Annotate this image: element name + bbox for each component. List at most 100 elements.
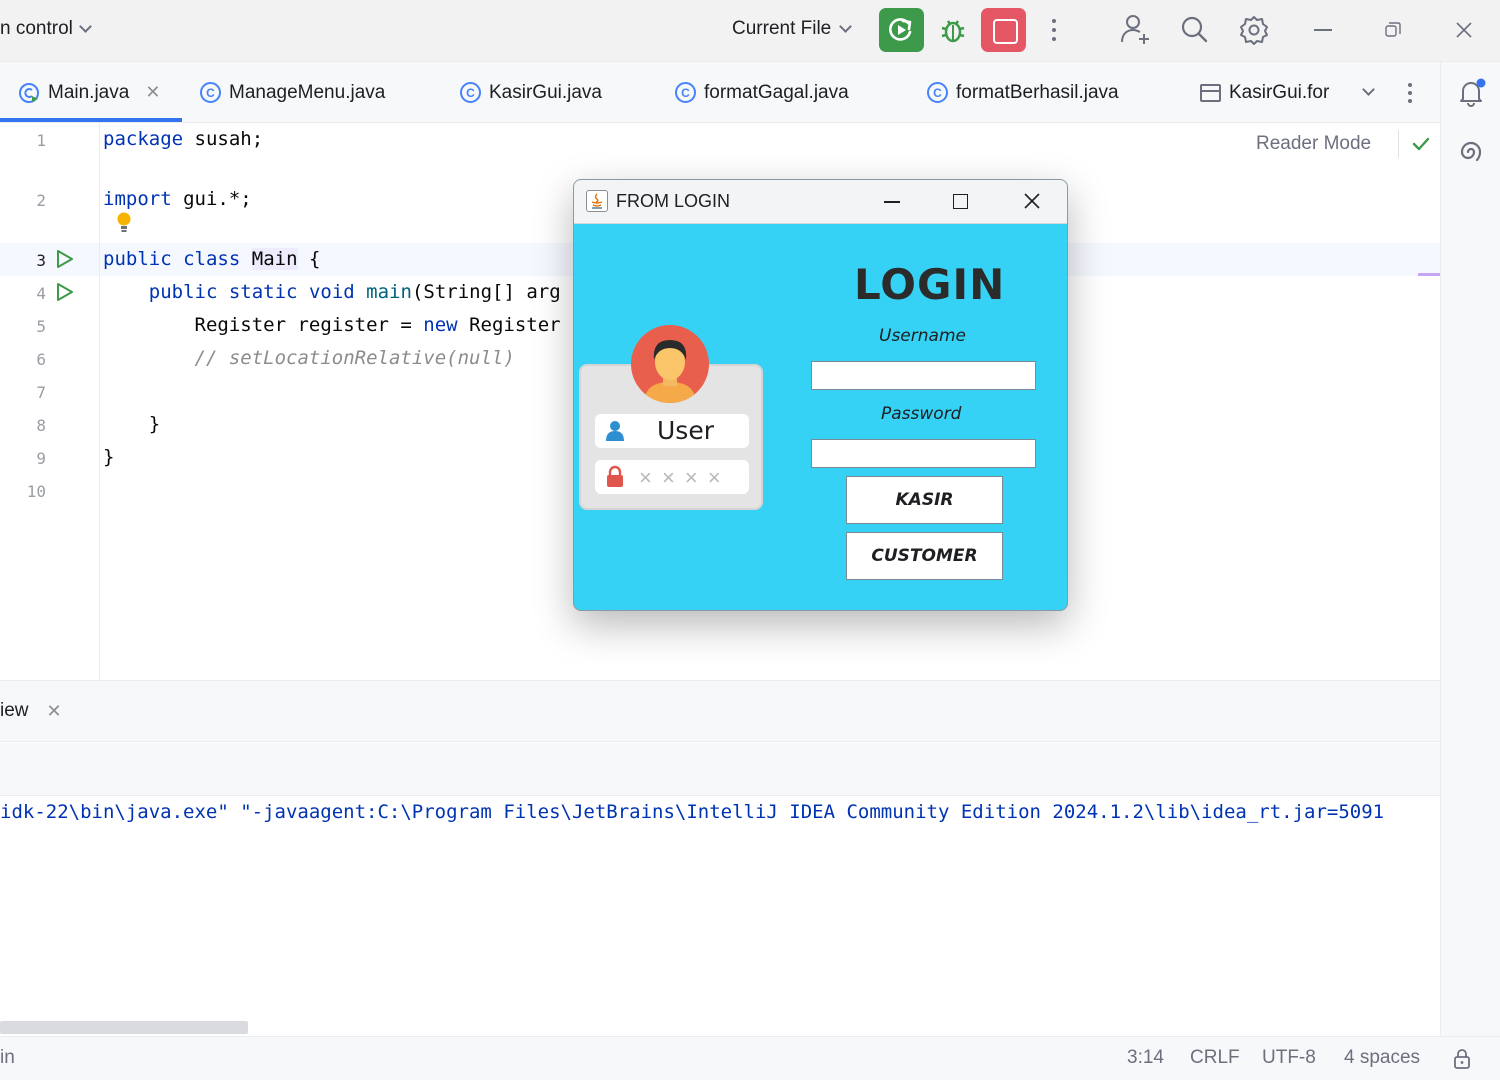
caret-position[interactable]: 3:14: [1127, 1047, 1164, 1069]
code-text: gui.*;: [171, 188, 252, 210]
reader-mode-toggle[interactable]: Reader Mode: [1256, 133, 1371, 155]
dialog-maximize-button[interactable]: [953, 194, 968, 209]
java-app-icon: [586, 190, 608, 212]
check-icon[interactable]: [1410, 133, 1432, 155]
rerun-icon: [889, 18, 912, 41]
window-minimize-button[interactable]: [1314, 29, 1332, 31]
class-name: Main: [251, 248, 298, 270]
search-button[interactable]: [1175, 10, 1215, 50]
close-icon[interactable]: ✕: [47, 701, 62, 722]
horizontal-scrollbar[interactable]: [0, 1021, 248, 1034]
line-separator[interactable]: CRLF: [1190, 1047, 1240, 1069]
tab-label: KasirGui.for: [1229, 81, 1330, 103]
keyword: public: [103, 248, 172, 270]
class-icon: C: [675, 82, 696, 103]
code-line-9: }: [103, 446, 114, 468]
notifications-button[interactable]: [1455, 76, 1487, 113]
tab-formatberhasil-java[interactable]: C formatBerhasil.java: [927, 62, 1119, 123]
dialog-titlebar[interactable]: FROM LOGIN: [574, 180, 1067, 224]
gear-icon: [1240, 16, 1268, 45]
username-label: Username: [879, 326, 966, 346]
card-password-row: × × × ×: [595, 460, 749, 494]
dialog-minimize-button[interactable]: [884, 201, 900, 203]
class-run-icon: [19, 82, 39, 103]
code-line-6: // setLocationRelative(null): [103, 347, 515, 369]
keyword: public: [148, 281, 218, 303]
vcs-widget[interactable]: n control: [0, 18, 92, 40]
status-breadcrumb[interactable]: in: [0, 1047, 15, 1069]
code-text: }: [148, 413, 161, 435]
more-vertical-icon: [1408, 82, 1412, 103]
class-icon: C: [200, 82, 221, 103]
user-icon: [606, 421, 624, 441]
debug-button[interactable]: [934, 8, 972, 52]
vcs-label: n control: [0, 18, 73, 39]
login-dialog: FROM LOGIN User × × × × LOGIN Username P…: [573, 179, 1068, 611]
line-number: 4: [36, 284, 46, 303]
keyword: import: [103, 188, 172, 210]
tab-managemenu-java[interactable]: C ManageMenu.java: [200, 62, 385, 123]
code-line-4: public static void main(String[] arg: [103, 281, 561, 303]
active-tab-indicator: [0, 118, 182, 122]
lock-icon: [607, 465, 623, 487]
ai-assistant-button[interactable]: [1455, 136, 1487, 173]
settings-button[interactable]: [1234, 10, 1274, 50]
stop-button[interactable]: [981, 8, 1026, 52]
run-gutter-icon[interactable]: [54, 249, 74, 269]
run-tool-window: iew ✕ idk-22\bin\java.exe" "-javaagent:C…: [0, 680, 1440, 1036]
password-field[interactable]: [811, 439, 1036, 468]
form-icon: [1200, 83, 1221, 102]
login-heading: LOGIN: [854, 260, 1006, 309]
code-line-8: }: [103, 413, 160, 435]
add-user-icon: [1121, 15, 1149, 44]
keyword: package: [103, 128, 184, 150]
lock-icon[interactable]: [1453, 1048, 1471, 1070]
window-restore-button[interactable]: [1385, 22, 1401, 38]
file-encoding[interactable]: UTF-8: [1262, 1047, 1316, 1069]
run-tab-label[interactable]: iew: [0, 700, 29, 722]
code-text: }: [103, 446, 115, 468]
username-field[interactable]: [811, 361, 1036, 390]
more-actions-button[interactable]: [1036, 10, 1076, 50]
line-number: 3: [36, 251, 46, 270]
keyword: new: [423, 314, 458, 336]
keyword: static: [228, 281, 298, 303]
add-user-button[interactable]: [1116, 10, 1156, 50]
chevron-down-icon: [1362, 83, 1375, 96]
code-line-2: import gui.*;: [103, 188, 252, 210]
dialog-close-button[interactable]: [1023, 192, 1041, 210]
code-comment: // setLocationRelative(null): [194, 347, 515, 369]
tab-label: formatGagal.java: [704, 81, 849, 103]
console-output-line: idk-22\bin\java.exe" "-javaagent:C:\Prog…: [0, 801, 1385, 823]
customer-button[interactable]: CUSTOMER: [846, 532, 1003, 580]
code-text: {: [297, 248, 321, 270]
line-number: 10: [26, 482, 46, 501]
tabs-more-button[interactable]: [1400, 62, 1420, 123]
window-close-button[interactable]: [1454, 20, 1474, 40]
kasir-button[interactable]: KASIR: [846, 476, 1003, 524]
tab-main-java[interactable]: Main.java ✕: [18, 62, 160, 123]
tab-formatgagal-java[interactable]: C formatGagal.java: [675, 62, 849, 123]
chevron-down-icon: [839, 19, 853, 33]
bug-icon: [941, 20, 965, 43]
card-password-mask: × × × ×: [639, 465, 723, 490]
tab-label: KasirGui.java: [489, 81, 602, 103]
run-config-selector[interactable]: Current File: [732, 18, 853, 40]
rerun-button[interactable]: [879, 8, 924, 52]
dialog-title: FROM LOGIN: [616, 191, 731, 211]
run-panel-header: iew ✕: [0, 681, 1440, 742]
lightbulb-icon[interactable]: [115, 211, 133, 235]
line-number: 5: [36, 317, 46, 336]
scrollbar-marker: [1418, 273, 1440, 276]
keyword: class: [183, 248, 241, 270]
chevron-down-icon: [79, 19, 92, 33]
run-gutter-icon[interactable]: [54, 282, 74, 302]
indent-setting[interactable]: 4 spaces: [1344, 1047, 1420, 1069]
run-panel-toolbar: [0, 743, 1440, 796]
code-line-3: public class Main {: [103, 248, 320, 270]
close-icon[interactable]: ✕: [145, 82, 160, 103]
more-vertical-icon: [1052, 19, 1056, 41]
tab-kasirgui-java[interactable]: C KasirGui.java: [460, 62, 602, 123]
tabs-overflow-button[interactable]: [1362, 62, 1375, 123]
tab-kasirgui-form[interactable]: KasirGui.for: [1200, 62, 1329, 123]
